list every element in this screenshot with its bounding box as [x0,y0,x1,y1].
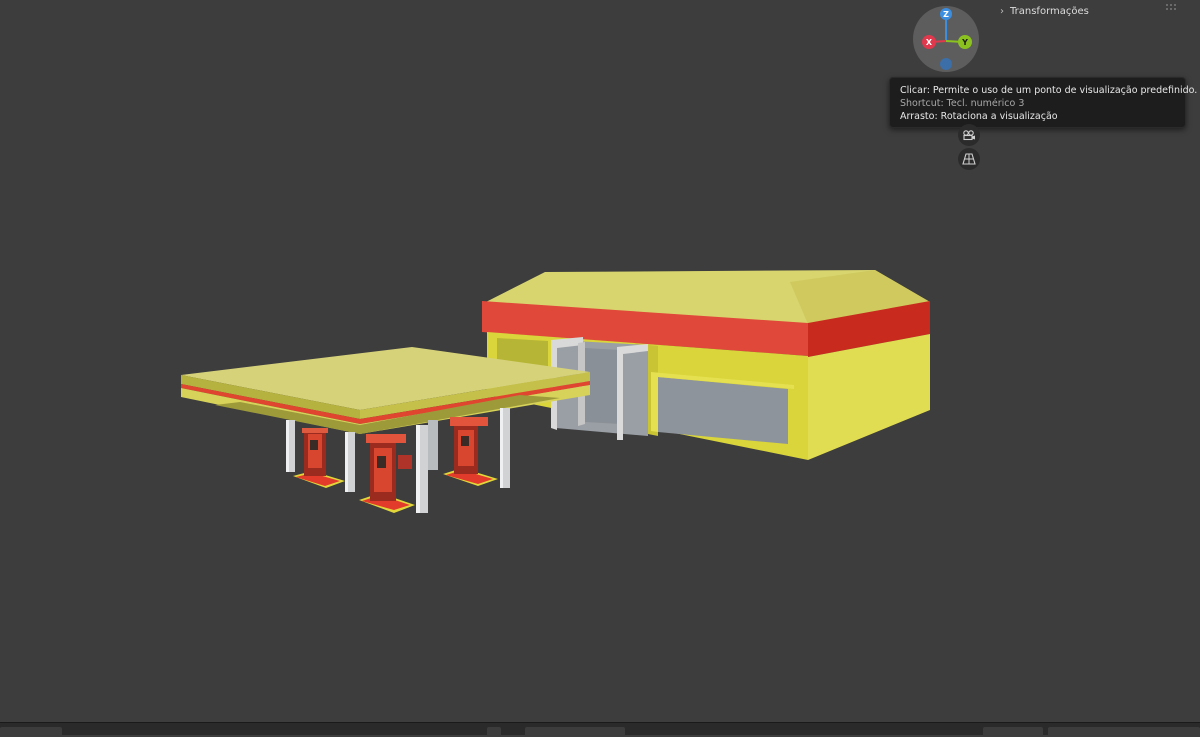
column [345,432,348,492]
axis-gizmo-icon[interactable]: Z X Y [913,6,979,72]
store-building[interactable] [482,270,930,460]
column [428,420,438,470]
gizmo-tooltip: Clicar: Permite o uso de um ponto de vis… [889,77,1198,128]
tooltip-click-text: Clicar: Permite o uso de um ponto de vis… [900,85,1198,96]
frame-field[interactable] [983,727,1043,737]
y-axis-label: Y [961,38,968,47]
z-axis-label: Z [943,10,949,19]
perspective-toggle-button[interactable] [958,148,980,170]
x-axis-label: X [926,38,933,47]
column [286,420,289,472]
tooltip-drag-text: Arrasto: Rotaciona a visualização [900,111,1058,122]
camera-view-icon [963,130,975,141]
playback-control[interactable] [487,727,501,737]
playback-control[interactable] [525,727,625,737]
bottom-timeline-bar[interactable] [0,722,1200,737]
column [416,425,420,513]
fuel-pump[interactable] [293,428,345,488]
fuel-pump[interactable] [359,434,415,513]
grid-perspective-icon [962,153,976,165]
fuel-pump[interactable] [443,417,498,486]
transform-panel-header[interactable]: › Transformações [1000,2,1089,20]
store-door-inner [585,348,620,424]
tooltip-shortcut-text: Shortcut: Tecl. numérico 3 [900,98,1025,109]
chevron-right-icon[interactable]: › [1000,6,1004,17]
frame-range-field[interactable] [1048,727,1200,737]
camera-view-button[interactable] [958,124,980,146]
navigation-gizmo[interactable]: Z X Y [913,6,979,72]
column [500,408,503,488]
panel-grip-icon[interactable] [1166,4,1178,10]
transform-panel-label: Transformações [1010,5,1089,17]
timeline-editor-button[interactable] [0,727,62,737]
